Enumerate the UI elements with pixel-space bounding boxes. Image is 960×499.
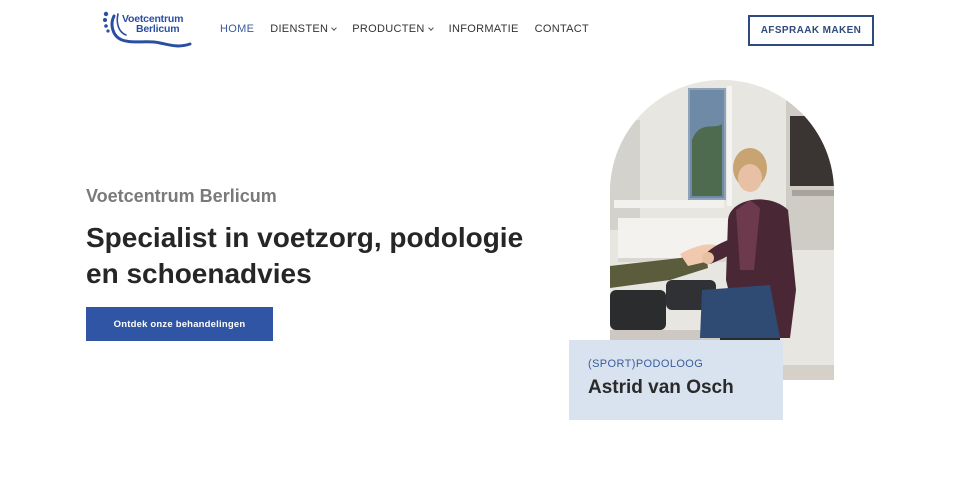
nav-item-home[interactable]: HOME <box>220 23 254 35</box>
logo-line2: Berlicum <box>136 23 180 35</box>
nav-item-label: INFORMATIE <box>448 23 519 35</box>
profile-name: Astrid van Osch <box>588 377 734 398</box>
profile-role: (SPORT)PODOLOOG <box>588 358 704 370</box>
nav-item-informatie[interactable]: INFORMATIE <box>449 23 519 35</box>
logo[interactable]: Voetcentrum Berlicum <box>102 10 194 50</box>
chevron-down-icon <box>331 24 338 31</box>
treatment-room-image <box>610 80 834 380</box>
treatments-button[interactable]: Ontdek onze behandelingen <box>86 307 273 341</box>
nav-item-diensten[interactable]: DIENSTEN <box>270 23 338 35</box>
hero-title: Specialist in voetzorg, podologie en sch… <box>86 222 524 289</box>
nav-item-producten[interactable]: PRODUCTEN <box>352 23 434 35</box>
main-nav: HOME DIENSTEN PRODUCTEN INFORMATIE CONTA… <box>220 23 605 35</box>
nav-item-label: PRODUCTEN <box>352 23 425 35</box>
profile-card: (SPORT)PODOLOOG Astrid van Osch <box>569 340 783 420</box>
nav-item-contact[interactable]: CONTACT <box>535 23 589 35</box>
chevron-down-icon <box>427 24 434 31</box>
hero-subtitle: Voetcentrum Berlicum <box>86 186 277 206</box>
nav-item-label: CONTACT <box>534 23 590 35</box>
podiatrist-photo <box>610 80 834 380</box>
appointment-button[interactable]: AFSPRAAK MAKEN <box>748 15 874 46</box>
nav-item-label: HOME <box>220 23 255 35</box>
nav-item-label: DIENSTEN <box>270 23 329 35</box>
site-header: Voetcentrum Berlicum HOME DIENSTEN PRODU… <box>0 0 960 62</box>
